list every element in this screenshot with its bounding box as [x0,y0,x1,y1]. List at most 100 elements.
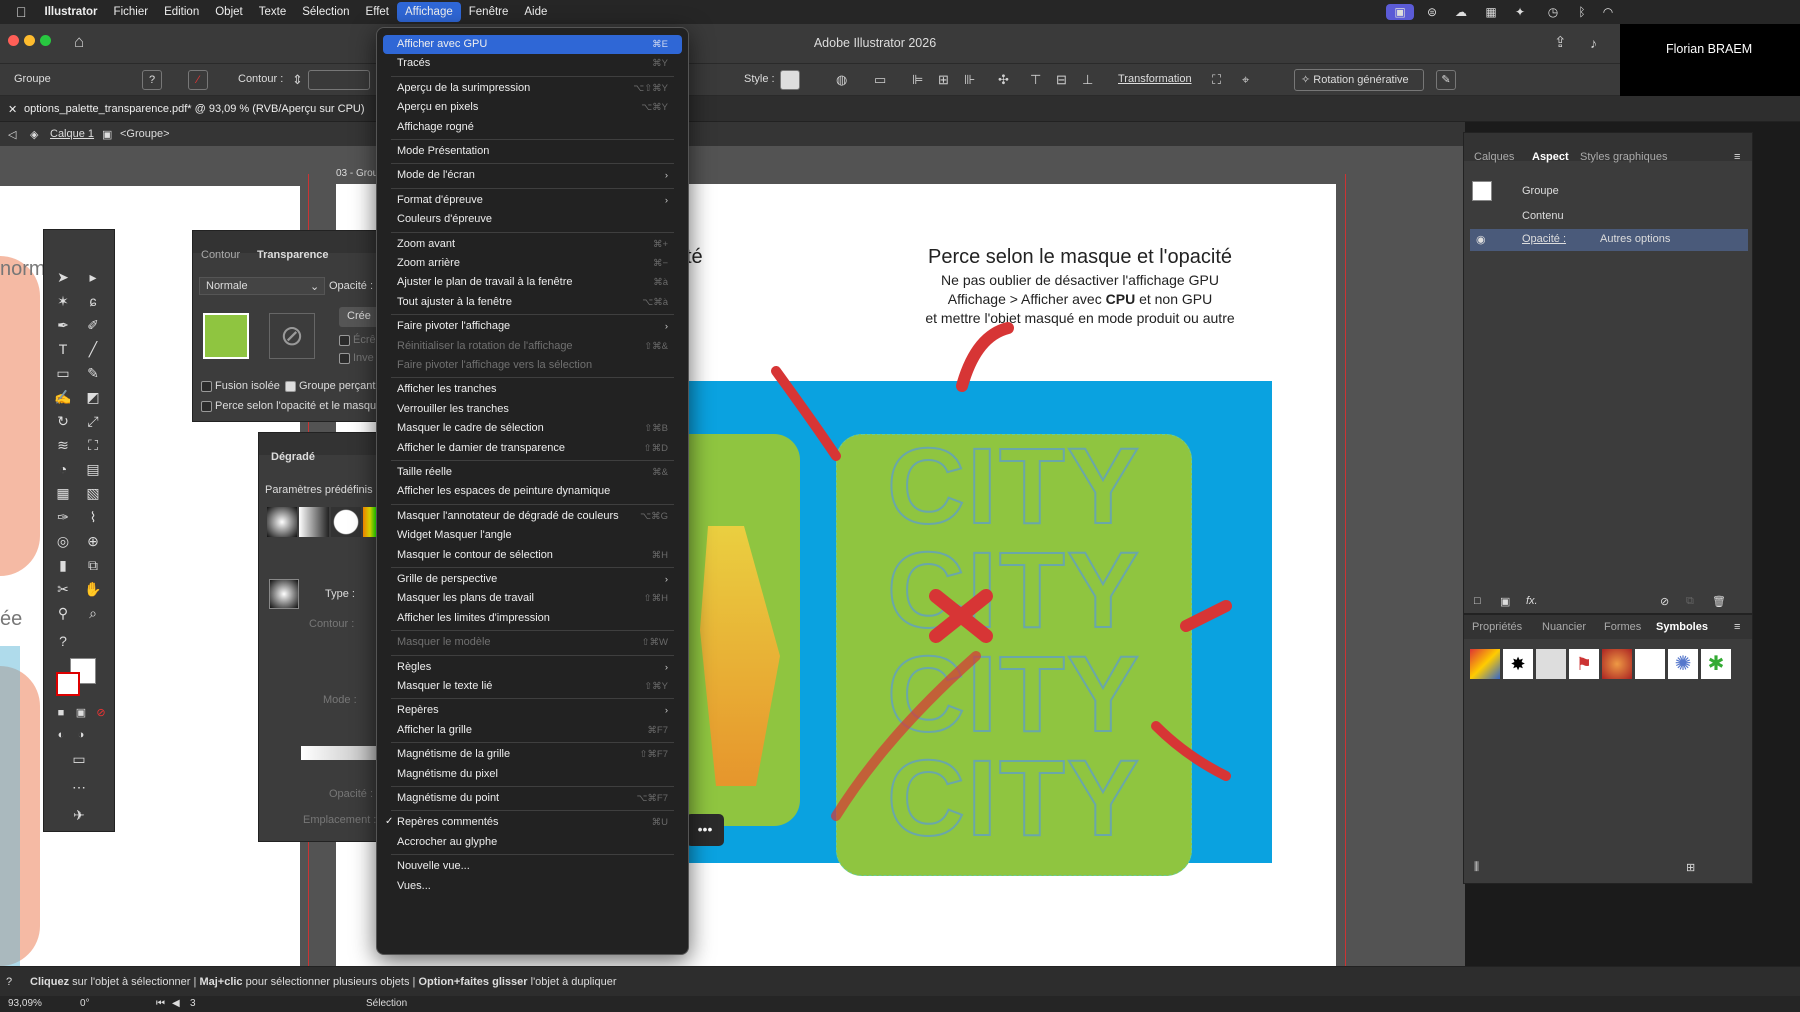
context-more-button[interactable]: ••• [686,814,724,846]
symbol-libraries-icon[interactable]: ⫼ [1474,861,1479,874]
menu-fichier[interactable]: Fichier [106,2,157,22]
symbol-swatch[interactable]: ✸ [1503,649,1533,679]
menu-item[interactable]: Repères › [383,701,682,720]
eraser-icon[interactable]: ◩ [82,386,104,408]
menu-item[interactable]: Masquer le contour de sélection ⌘H [383,546,682,565]
menu-item[interactable]: Mode de l'écran › [383,166,682,185]
menu-item[interactable]: Règles › [383,658,682,677]
wifi-icon[interactable]: ◠ [1600,4,1616,20]
menu-edition[interactable]: Edition [156,2,207,22]
screen-share-icon[interactable]: ▣ [1386,4,1414,20]
warp-icon[interactable]: ⌖ [1242,72,1249,88]
minimize-window-button[interactable] [24,35,35,46]
menu-item[interactable]: Faire pivoter l'affichage › [383,317,682,336]
bluetooth-icon[interactable]: ᛒ [1574,4,1590,20]
none-mode-icon[interactable]: ⊘ [90,702,112,724]
gradient-mode-icon[interactable]: ▣ [70,702,92,724]
help-icon[interactable]: ? [6,976,12,988]
menu-item[interactable]: Masquer le cadre de sélection ⇧⌘B [383,419,682,438]
scale-tool-icon[interactable]: ⤢ [82,410,104,432]
menu-item[interactable]: Mode Présentation [383,142,682,161]
align-left-icon[interactable]: ⊫ [912,72,923,88]
tab-contour[interactable]: Contour [201,249,240,261]
create-mask-button[interactable]: Crée [339,307,379,327]
invert-checkbox[interactable] [339,353,350,364]
align-to-icon[interactable]: ▭ [874,72,886,88]
puppet-warp-icon[interactable]: ⚲ [52,602,74,624]
align-bottom-icon[interactable]: ⊥ [1082,72,1093,88]
apple-icon[interactable]:  [0,2,37,22]
symbol-swatch[interactable]: ⚑ [1569,649,1599,679]
lasso-icon[interactable]: ɕ [82,290,104,312]
appearance-opacity-link[interactable]: Opacité : [1522,233,1566,245]
perspective-grid-icon[interactable]: ▤ [82,458,104,480]
fill-swatch[interactable] [56,672,80,696]
menu-item[interactable]: Format d'épreuve › [383,191,682,210]
menu-item[interactable]: Accrocher au glyphe [383,833,682,852]
draw-mode-icon[interactable]: ◐ [50,724,72,746]
menu-item[interactable]: Afficher avec GPU ⌘E [383,35,682,54]
close-window-button[interactable] [8,35,19,46]
menu-item[interactable]: Afficher les espaces de peinture dynamiq… [383,482,682,501]
tab-nuancier[interactable]: Nuancier [1542,621,1586,633]
symbol-swatch[interactable] [1536,649,1566,679]
menu-item[interactable]: Magnétisme du pixel [383,765,682,784]
menu-item[interactable]: Widget Masquer l'angle [383,526,682,545]
add-stroke-icon[interactable]: □ [1474,595,1481,607]
measure-icon[interactable]: ⌇ [82,506,104,528]
pill-icon[interactable]: ⊜ [1424,4,1440,20]
sparkle-icon[interactable]: ✦ [1512,4,1528,20]
preset-swatch[interactable] [299,507,329,537]
visibility-eye-icon[interactable]: ◉ [1476,233,1486,246]
distribute-icon[interactable]: ✣ [998,72,1009,88]
line-tool-icon[interactable]: ╱ [82,338,104,360]
new-symbol-icon[interactable]: ⊞ [1686,861,1695,874]
app-menu[interactable]: Illustrator [37,2,106,22]
breadcrumb-layer[interactable]: Calque 1 [50,128,94,140]
more-tools-icon[interactable]: ⋯ [68,776,90,798]
menu-item[interactable]: Taille réelle ⌘& [383,463,682,482]
tab-symboles[interactable]: Symboles [1656,621,1708,633]
help-tool-icon[interactable]: ? [52,630,74,652]
warp-tool-icon[interactable]: ≋ [52,434,74,456]
help-icon[interactable]: ? [142,70,162,90]
menu-item[interactable]: Nouvelle vue... [383,857,682,876]
no-mask-icon[interactable]: ⊘ [269,313,315,359]
menu-item[interactable]: Masquer l'annotateur de dégradé de coule… [383,507,682,526]
knockout-group-checkbox[interactable] [285,381,296,392]
blend-tool-icon[interactable]: ◎ [52,530,74,552]
gradient-tool-icon[interactable]: ▧ [82,482,104,504]
menu-item[interactable]: Magnétisme du point ⌥⌘F7 [383,789,682,808]
magic-wand-icon[interactable]: ✶ [52,290,74,312]
tab-aspect[interactable]: Aspect [1532,151,1569,163]
recolor-icon[interactable]: ◍ [836,72,847,88]
symbol-swatch[interactable] [1602,649,1632,679]
menu-fenetre[interactable]: Fenêtre [461,2,517,22]
artboard-tool-icon[interactable]: ⧉ [82,554,104,576]
home-icon[interactable]: ⌂ [74,33,84,50]
pin-icon[interactable]: ✈ [68,804,90,826]
artboard-number[interactable]: 3 [190,998,196,1009]
symbol-sprayer-icon[interactable]: ⊕ [82,530,104,552]
window-icon[interactable]: ▦ [1482,4,1500,20]
menu-item[interactable]: Zoom arrière ⌘− [383,254,682,273]
menu-item[interactable]: Afficher le damier de transparence ⇧⌘D [383,439,682,458]
menu-item[interactable]: Afficher la grille ⌘F7 [383,721,682,740]
menu-item[interactable]: Couleurs d'épreuve [383,210,682,229]
preset-swatch[interactable] [331,507,361,537]
selection-tool-icon[interactable]: ➤ [52,266,74,288]
blend-mode-select[interactable]: Normale ⌄ [199,277,325,295]
paintbrush-icon[interactable]: ✎ [82,362,104,384]
gradient-preview[interactable] [269,579,299,609]
fill-none-icon[interactable]: ⁄ [188,70,208,90]
symbol-swatch[interactable] [1635,649,1665,679]
menu-item[interactable]: ✓ Repères commentés ⌘U [383,813,682,832]
draw-behind-icon[interactable]: ◑ [70,724,92,746]
clear-appearance-icon[interactable]: ⊘ [1660,595,1669,608]
duplicate-icon[interactable]: ⧉ [1686,595,1694,608]
zoom-level[interactable]: 93,09% [8,998,42,1009]
menu-item[interactable]: Affichage rogné [383,118,682,137]
delete-icon[interactable]: 🗑 [1712,595,1726,608]
tab-transparence[interactable]: Transparence [257,249,329,261]
symbol-swatch[interactable]: ✱ [1701,649,1731,679]
